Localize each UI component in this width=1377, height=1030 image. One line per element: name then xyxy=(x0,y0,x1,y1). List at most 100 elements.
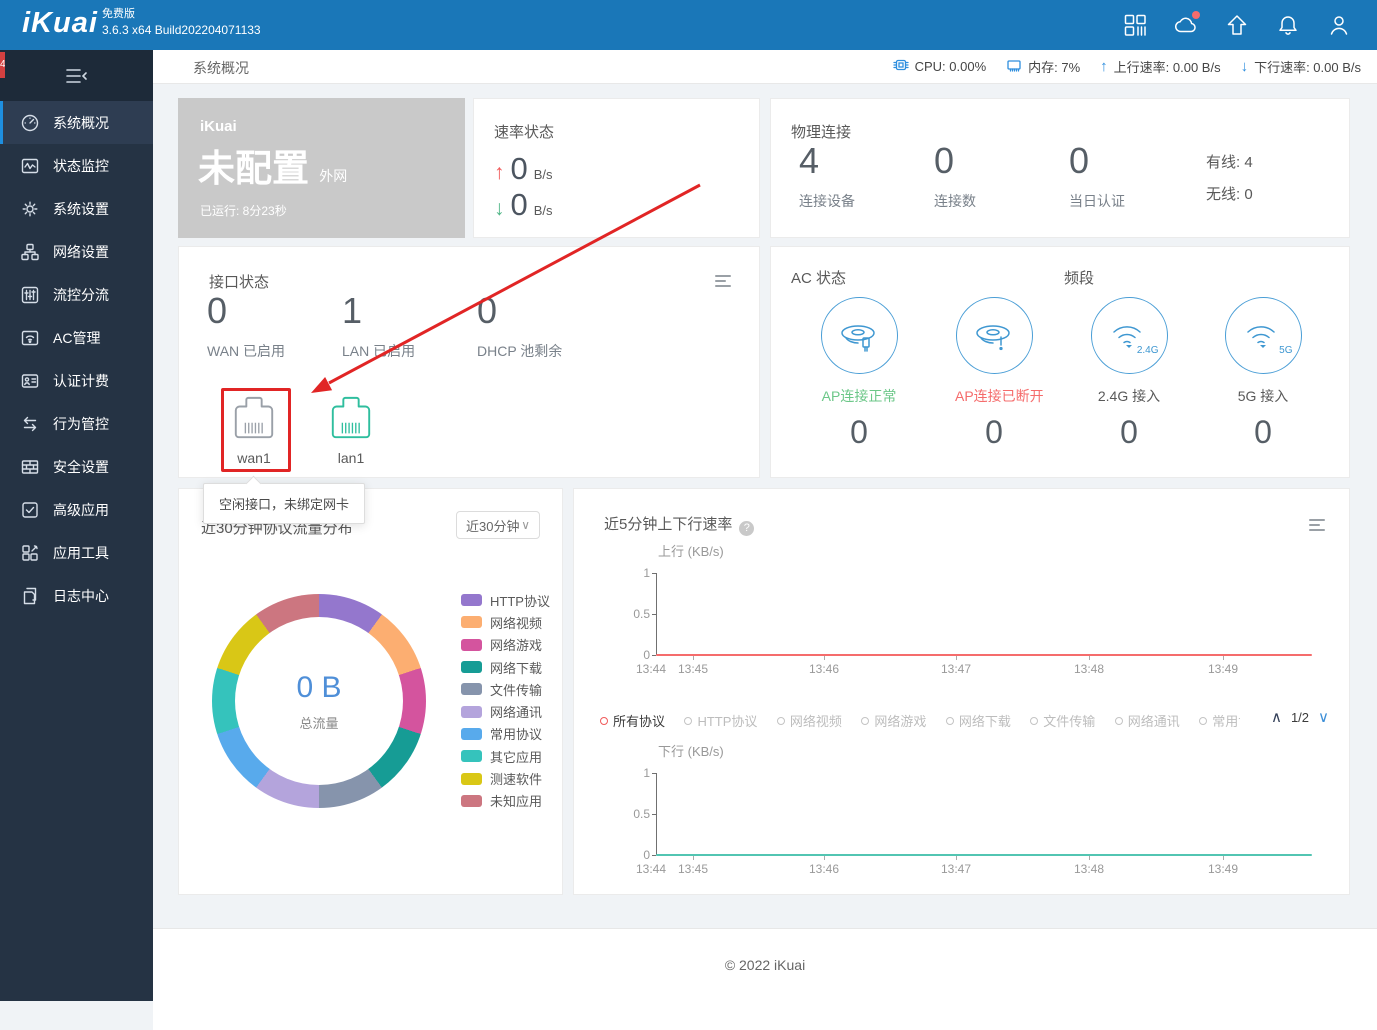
filter-all-protocols[interactable]: 所有协议 xyxy=(600,711,665,730)
radio-icon xyxy=(684,716,693,725)
sidebar-item-behavior-control[interactable]: 行为管控 xyxy=(0,402,153,445)
legend-item[interactable]: 常用协议 xyxy=(461,723,550,745)
ap-online-count: 0 xyxy=(850,414,868,450)
ikuai-logo: iKuai xyxy=(22,7,98,39)
filter-games[interactable]: 网络游戏 xyxy=(861,711,926,730)
cloud-icon[interactable] xyxy=(1174,11,1200,37)
x-tick: 13:49 xyxy=(1207,662,1239,676)
filter-http[interactable]: HTTP协议 xyxy=(684,711,757,730)
main-content: iKuai 未配置 外网 已运行: 8分23秒 速率状态 ↑ 0 B/s ↓ 0… xyxy=(153,83,1377,1030)
sidebar-collapse-button[interactable] xyxy=(0,50,153,101)
pager-down-icon[interactable]: ∨ xyxy=(1318,708,1329,726)
sidebar-item-network-settings[interactable]: 网络设置 xyxy=(0,230,153,273)
legend-item[interactable]: 网络视频 xyxy=(461,611,550,633)
y-tick: 0.5 xyxy=(633,607,650,621)
topbar-actions xyxy=(1123,0,1351,50)
filter-download[interactable]: 网络下载 xyxy=(945,711,1011,730)
protocol-filter-row: 所有协议 HTTP协议 网络视频 网络游戏 网络下载 文件传输 网络通讯 常用协… xyxy=(600,711,1240,731)
legend-item[interactable]: HTTP协议 xyxy=(461,589,550,611)
uptime-label: 已运行: 8分23秒 xyxy=(200,204,287,218)
legend-item[interactable]: 网络游戏 xyxy=(461,634,550,656)
ap-offline-count: 0 xyxy=(985,414,1003,450)
sidebar-item-app-tools[interactable]: 应用工具 xyxy=(0,531,153,574)
time-range-dropdown[interactable]: 近30分钟 ∨ xyxy=(456,511,540,539)
x-tick: 13:48 xyxy=(1073,662,1105,676)
sidebar-item-ac-management[interactable]: AC管理 xyxy=(0,316,153,359)
sidebar-item-status-monitor[interactable]: 状态监控 xyxy=(0,144,153,187)
idle-port-tooltip: 空闲接口，未绑定网卡 xyxy=(203,483,366,524)
filter-file-transfer[interactable]: 文件传输 xyxy=(1030,711,1095,730)
x-tick: 13:48 xyxy=(1073,862,1105,876)
ap-online-label: AP连接正常 xyxy=(821,388,897,404)
bell-icon[interactable] xyxy=(1276,13,1300,37)
port-lan1[interactable]: lan1 xyxy=(319,395,383,466)
sidebar-item-system-settings[interactable]: 系统设置 xyxy=(0,187,153,230)
y-tick: 0 xyxy=(643,848,650,862)
user-icon[interactable] xyxy=(1327,13,1351,37)
sidebar: 系统概况 状态监控 系统设置 网络设置 流控分流 AC管理 认证计费 行为管控 … xyxy=(0,50,153,1001)
cpu-metric: CPU: 0.00% xyxy=(892,57,986,76)
filter-communication[interactable]: 网络通讯 xyxy=(1114,711,1180,730)
collapse-menu-icon xyxy=(65,68,87,83)
legend-item[interactable]: 未知应用 xyxy=(461,790,550,812)
chevron-down-icon: ∨ xyxy=(521,518,530,532)
sliders-icon xyxy=(20,285,40,305)
port-wan1[interactable]: wan1 xyxy=(222,395,286,466)
sidebar-item-log-center[interactable]: 日志中心 xyxy=(0,574,153,617)
down-arrow-icon: ↓ xyxy=(1240,58,1249,75)
filter-pager: ∧ 1/2 ∨ xyxy=(1262,708,1329,726)
legend-item[interactable]: 其它应用 xyxy=(461,745,550,767)
legend-label: 网络视频 xyxy=(490,615,543,631)
port-name: lan1 xyxy=(337,450,365,466)
band-24g-text: 2.4G xyxy=(1136,345,1159,356)
memory-value: 内存: 7% xyxy=(1028,60,1081,75)
sidebar-item-label: 日志中心 xyxy=(53,587,109,604)
sidebar-item-system-overview[interactable]: 系统概况 xyxy=(0,101,153,144)
apps-grid-icon[interactable] xyxy=(1123,13,1147,37)
ethernet-port-icon xyxy=(234,396,274,439)
sidebar-item-flow-control[interactable]: 流控分流 xyxy=(0,273,153,316)
footer: © 2022 iKuai xyxy=(153,928,1377,1030)
sidebar-item-advanced-apps[interactable]: 高级应用 xyxy=(0,488,153,531)
sidebar-item-auth-billing[interactable]: 认证计费 xyxy=(0,359,153,402)
sidebar-item-label: 网络设置 xyxy=(53,243,109,260)
interface-status-card: 接口状态 0 WAN 已启用 1 LAN 已启用 0 DHCP 池剩余 wan1… xyxy=(178,246,760,478)
filter-video[interactable]: 网络视频 xyxy=(776,711,842,730)
filter-label: 网络视频 xyxy=(789,714,842,729)
edition-info: 免费版 3.6.3 x64 Build202204071133 xyxy=(102,7,261,38)
daily-auth-stat: 0 当日认证 xyxy=(1069,143,1199,211)
upgrade-arrow-icon[interactable] xyxy=(1225,13,1249,37)
down-chart-plot xyxy=(656,773,1312,855)
copyright: © 2022 iKuai xyxy=(724,957,806,973)
upload-rate-unit: B/s xyxy=(533,167,553,182)
filter-label: 网络游戏 xyxy=(874,714,927,729)
legend-label: 文件传输 xyxy=(490,682,543,698)
legend-item[interactable]: 测速软件 xyxy=(461,767,550,789)
x-tick: 13:49 xyxy=(1207,862,1239,876)
filter-label: 文件传输 xyxy=(1043,714,1096,729)
up-chart-label: 上行 (KB/s) xyxy=(658,544,724,559)
upload-value: 上行速率: 0.00 B/s xyxy=(1113,60,1221,75)
down-rate-line xyxy=(656,854,1312,856)
ap-offline-label: AP连接已断开 xyxy=(955,388,1044,404)
interface-card-title: 接口状态 xyxy=(209,274,270,291)
cloud-notification-dot xyxy=(1192,11,1200,19)
filter-common-protocols[interactable]: 常用协议 xyxy=(1199,711,1240,730)
pager-up-icon[interactable]: ∧ xyxy=(1271,708,1282,726)
up-rate-line xyxy=(656,654,1312,656)
legend-item[interactable]: 网络通讯 xyxy=(461,700,550,722)
speed-chart-card: 近5分钟上下行速率? 上行 (KB/s) 1 0.5 0 13:44 13:45… xyxy=(573,488,1350,895)
edge-notification-badge[interactable]: 4 xyxy=(0,52,5,78)
sidebar-item-label: 系统设置 xyxy=(53,200,109,217)
network-topology-icon xyxy=(20,242,40,262)
sidebar-item-security-settings[interactable]: 安全设置 xyxy=(0,445,153,488)
card-menu-icon[interactable] xyxy=(715,275,731,290)
wireless-count: 无线: 0 xyxy=(1206,186,1253,203)
card-menu-icon[interactable] xyxy=(1309,519,1325,534)
legend-item[interactable]: 文件传输 xyxy=(461,678,550,700)
help-icon[interactable]: ? xyxy=(739,521,755,536)
legend-item[interactable]: 网络下载 xyxy=(461,656,550,678)
up-chart-plot xyxy=(656,573,1312,655)
download-metric: ↓ 下行速率: 0.00 B/s xyxy=(1241,57,1361,76)
banner-title-text: 未配置 xyxy=(198,148,309,189)
